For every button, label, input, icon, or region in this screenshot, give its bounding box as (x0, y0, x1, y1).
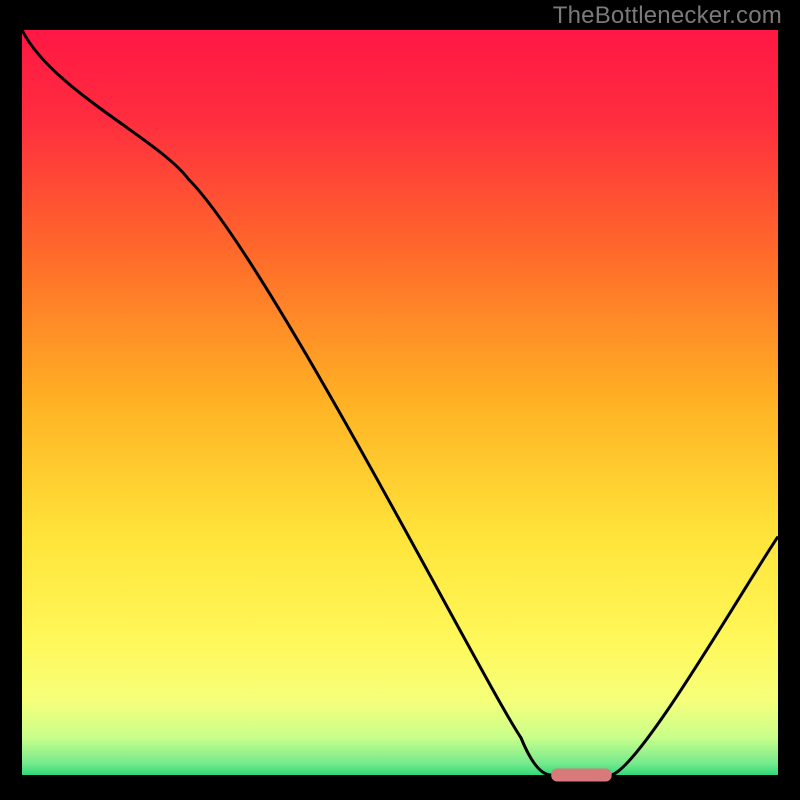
chart-frame: TheBottlenecker.com (0, 0, 800, 800)
bottleneck-chart (0, 0, 800, 800)
plot-background (22, 30, 778, 775)
watermark-label: TheBottlenecker.com (553, 2, 782, 30)
optimum-marker (551, 769, 611, 782)
